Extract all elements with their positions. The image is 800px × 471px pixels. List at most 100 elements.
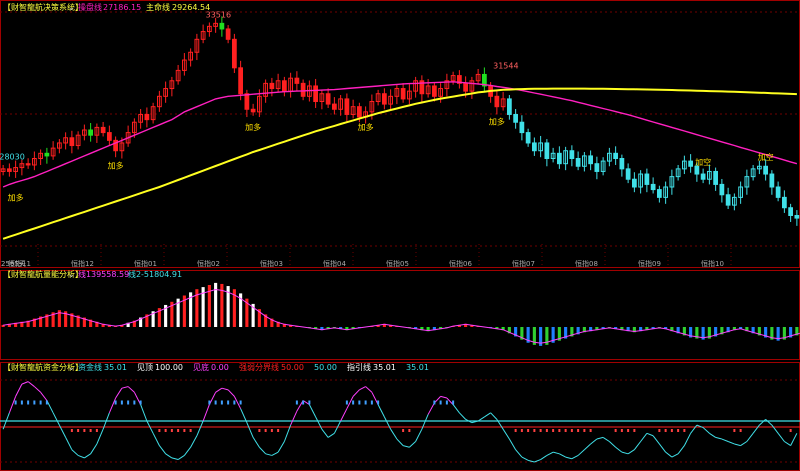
signal-marker <box>39 400 42 405</box>
x-tick-label: 恒指08 <box>575 259 598 268</box>
signal-marker <box>520 429 523 432</box>
panel2-line2-value: -51804.91 <box>141 270 182 279</box>
signal-marker <box>570 429 573 432</box>
signal-marker <box>27 400 30 405</box>
candle-body <box>69 137 75 147</box>
signal-label: 加多 <box>358 122 374 132</box>
x-tick-label: 恒指10 <box>701 259 724 268</box>
signal-marker <box>33 400 36 405</box>
signal-marker <box>558 429 561 432</box>
dropdown-chevron-icon[interactable]: ⌄ <box>68 270 75 279</box>
candle-body <box>294 77 300 84</box>
candle-body <box>400 88 406 100</box>
candle-body <box>794 215 800 219</box>
x-tick-label: 恒指06 <box>449 259 472 268</box>
candle-body <box>657 189 662 198</box>
signal-marker <box>433 400 436 405</box>
signal-label: 加空 <box>695 157 711 167</box>
signal-marker <box>89 429 92 432</box>
signal-marker <box>664 429 667 432</box>
x-tick-label: 恒指07 <box>512 259 535 268</box>
candle-body <box>525 132 531 144</box>
legend-label: 强弱分界线 <box>239 362 279 372</box>
signal-marker <box>670 429 673 432</box>
legend-label: 见底 <box>193 362 209 372</box>
signal-marker <box>239 400 242 405</box>
candle-body <box>7 168 12 172</box>
candle-body <box>713 170 718 185</box>
candle-body <box>650 183 656 191</box>
signal-marker <box>545 429 548 432</box>
candle-body <box>688 160 693 167</box>
signal-label: 加多 <box>245 122 261 132</box>
x-tick-label: 恒指09 <box>638 259 661 268</box>
signal-marker <box>377 400 380 405</box>
candle-body <box>632 178 637 188</box>
signal-marker <box>114 400 117 405</box>
candle-body <box>644 173 650 185</box>
candle-body <box>507 98 512 115</box>
candle-body <box>725 194 731 206</box>
candle-body <box>719 183 725 196</box>
candle-body <box>532 142 537 152</box>
legend-value: 50.00 <box>281 363 304 372</box>
candle-body <box>100 126 106 134</box>
signal-marker <box>583 429 586 432</box>
dropdown-chevron-icon[interactable]: ⌄ <box>68 363 75 372</box>
signal-marker <box>302 400 305 405</box>
signal-marker <box>233 400 236 405</box>
legend-label: 见顶 <box>137 363 153 372</box>
candle-body <box>225 28 231 40</box>
price-label: 28030 <box>0 152 25 161</box>
dropdown-chevron-icon[interactable]: ⌄ <box>68 3 75 12</box>
signal-marker <box>627 429 630 432</box>
signal-marker <box>164 429 167 432</box>
signal-marker <box>45 400 48 405</box>
signal-marker <box>564 429 567 432</box>
legend-value: 35.01 <box>406 363 429 372</box>
signal-marker <box>533 429 536 432</box>
signal-marker <box>139 400 142 405</box>
signal-marker <box>658 429 661 432</box>
signal-marker <box>83 429 86 432</box>
signal-marker <box>258 429 261 432</box>
candle-body <box>44 152 50 157</box>
candle-body <box>557 152 562 165</box>
signal-marker <box>295 400 298 405</box>
candle-body <box>325 93 331 105</box>
signal-marker <box>633 429 636 432</box>
candle-body <box>619 158 625 170</box>
candle-body <box>588 155 593 165</box>
signal-marker <box>158 429 161 432</box>
signal-marker <box>277 429 280 432</box>
signal-marker <box>170 429 173 432</box>
x-tick-label: 恒指04 <box>323 259 346 268</box>
signal-marker <box>183 429 186 432</box>
candle-body <box>694 165 700 175</box>
candle-body <box>519 121 525 134</box>
candle-body <box>282 80 287 92</box>
candle-body <box>775 186 781 198</box>
candle-body <box>332 103 337 110</box>
signal-marker <box>370 400 373 405</box>
candle-body <box>107 132 112 141</box>
legend-value: 35.01 <box>373 363 396 372</box>
bar-count-label: 2565天 <box>1 260 26 268</box>
panel1-line2-label: 主命线 <box>146 2 170 12</box>
futures-chart: 335163154428030加多加多加多 加多加多加空加空恒指11 恒指12 恒指0… <box>0 0 800 471</box>
signal-label: 加多 <box>108 161 124 171</box>
candle-body <box>763 165 768 175</box>
signal-marker <box>452 400 455 405</box>
candle-body <box>344 98 350 115</box>
panel2-line1-label: 线1 <box>78 269 91 279</box>
signal-marker <box>408 429 411 432</box>
signal-marker <box>214 400 217 405</box>
signal-label: 加空 <box>758 152 774 162</box>
signal-marker <box>70 429 73 432</box>
candle-body <box>613 152 618 159</box>
candle-body <box>463 82 468 92</box>
candle-body <box>782 196 787 209</box>
panel1-line1-value: 27186.15 <box>103 3 141 12</box>
candle-body <box>594 163 600 172</box>
signal-marker <box>577 429 580 432</box>
